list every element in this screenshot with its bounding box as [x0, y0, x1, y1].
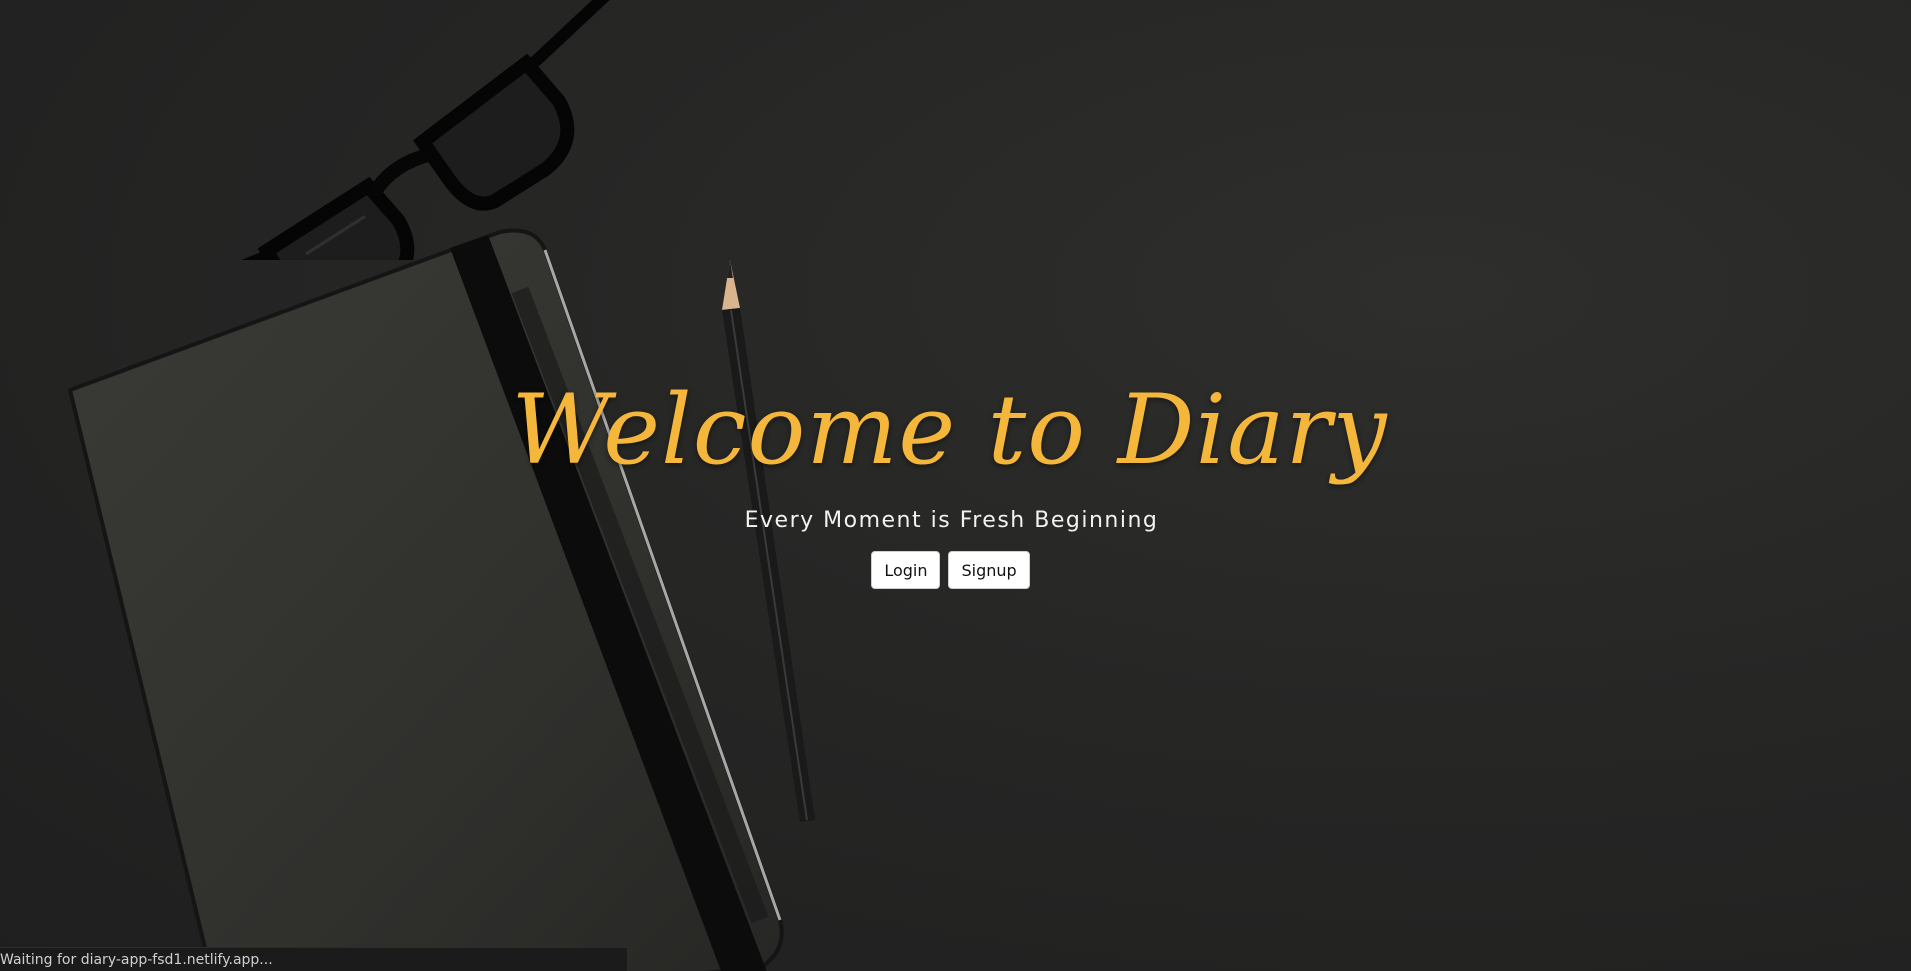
landing-page: Welcome to Diary Every Moment is Fresh B…	[0, 0, 1911, 971]
browser-status-bar: Waiting for diary-app-fsd1.netlify.app..…	[0, 947, 628, 971]
tagline: Every Moment is Fresh Beginning	[744, 508, 1159, 533]
signup-button[interactable]: Signup	[948, 551, 1030, 589]
login-button[interactable]: Login	[871, 551, 941, 589]
status-text: Waiting for diary-app-fsd1.netlify.app..…	[0, 952, 273, 968]
page-title: Welcome to Diary	[511, 374, 1388, 486]
notebook-image	[67, 228, 784, 971]
hero-actions: Login Signup	[0, 551, 1906, 589]
hero-section: Welcome to Diary Every Moment is Fresh B…	[0, 370, 1911, 589]
